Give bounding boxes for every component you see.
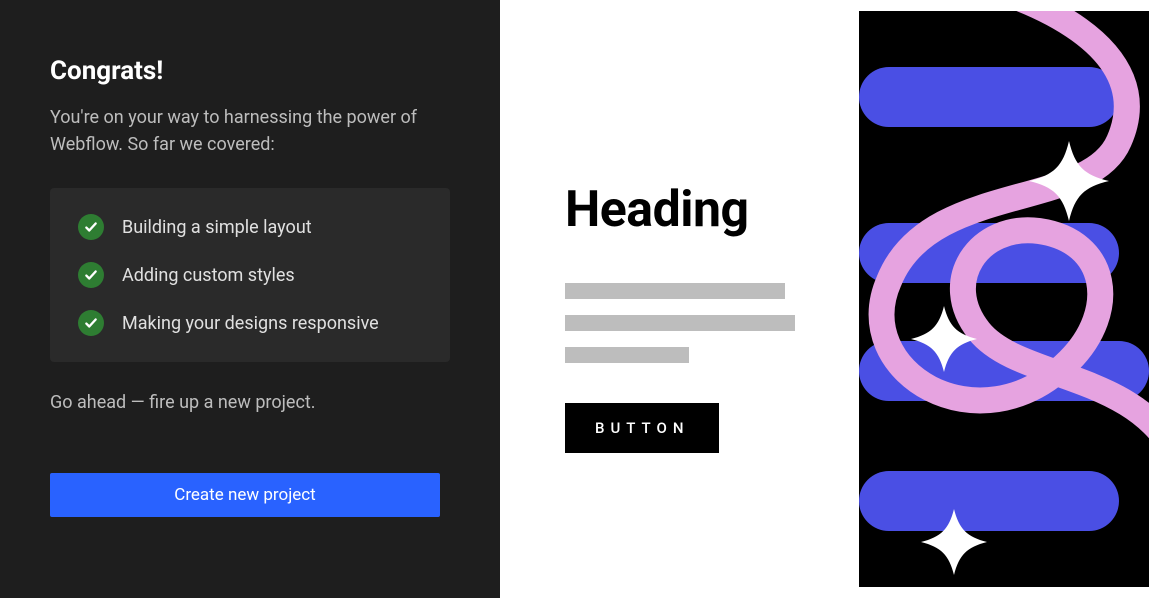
panel-footer-text: Go ahead — fire up a new project.	[50, 392, 450, 413]
checklist-label: Building a simple layout	[122, 217, 312, 238]
checklist-label: Making your designs responsive	[122, 313, 379, 334]
checklist-label: Adding custom styles	[122, 265, 295, 286]
checklist-card: Building a simple layout Adding custom s…	[50, 188, 450, 362]
checklist-item: Adding custom styles	[78, 262, 422, 288]
checklist-item: Building a simple layout	[78, 214, 422, 240]
onboarding-panel: Congrats! You're on your way to harnessi…	[0, 0, 500, 598]
create-project-button[interactable]: Create new project	[50, 473, 440, 517]
placeholder-line	[565, 315, 795, 331]
check-icon	[78, 310, 104, 336]
decorative-artwork	[859, 11, 1149, 587]
checklist-item: Making your designs responsive	[78, 310, 422, 336]
panel-title: Congrats!	[50, 56, 450, 86]
preview-content: Heading BUTTON	[500, 11, 860, 453]
check-icon	[78, 214, 104, 240]
panel-subtitle: You're on your way to harnessing the pow…	[50, 104, 450, 158]
preview-button[interactable]: BUTTON	[565, 403, 719, 453]
preview-panel: Heading BUTTON	[500, 0, 1160, 598]
placeholder-text-lines	[565, 283, 860, 363]
placeholder-line	[565, 347, 689, 363]
check-icon	[78, 262, 104, 288]
placeholder-line	[565, 283, 785, 299]
preview-heading: Heading	[565, 181, 860, 239]
